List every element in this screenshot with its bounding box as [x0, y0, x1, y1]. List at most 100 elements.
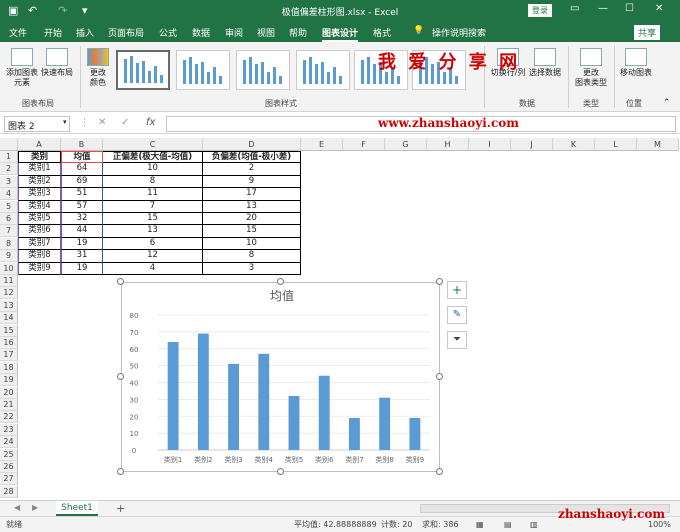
row-header-18[interactable]: 18	[0, 361, 18, 374]
bar-3[interactable]	[228, 363, 239, 450]
row-header-26[interactable]: 26	[0, 461, 18, 473]
chart-filters-button[interactable]: ⏷	[447, 331, 467, 349]
tab-page-layout[interactable]: 页面布局	[108, 26, 144, 39]
cell-c8[interactable]: 6	[103, 237, 203, 251]
sheet-tab-sheet1[interactable]: Sheet1	[56, 501, 98, 516]
tab-insert[interactable]: 插入	[76, 26, 94, 39]
column-header-h[interactable]: H	[427, 138, 469, 151]
tab-format[interactable]: 格式	[373, 26, 391, 39]
row-header-9[interactable]: 9	[0, 250, 18, 263]
cell-d2[interactable]: 2	[203, 163, 301, 176]
cell-b10[interactable]: 19	[61, 262, 103, 275]
row-header-2[interactable]: 2	[0, 163, 18, 176]
row-header-16[interactable]: 16	[0, 337, 18, 349]
chart-style-3[interactable]	[236, 50, 290, 90]
column-header-j[interactable]: J	[511, 138, 553, 151]
row-header-8[interactable]: 8	[0, 237, 18, 250]
row-header-15[interactable]: 15	[0, 324, 18, 337]
row-header-20[interactable]: 20	[0, 386, 18, 399]
name-box[interactable]: 图表 2	[4, 116, 70, 132]
login-button[interactable]: 登录	[528, 4, 552, 17]
cell-b5[interactable]: 57	[61, 200, 103, 213]
resize-handle[interactable]	[117, 278, 124, 285]
chart-style-2[interactable]	[176, 50, 230, 90]
column-header-d[interactable]: D	[203, 138, 301, 151]
tab-help[interactable]: 帮助	[289, 26, 307, 39]
change-colors-button[interactable]: 更改 颜色	[85, 48, 111, 88]
cell-a6[interactable]: 类别5	[18, 213, 61, 226]
cell-b7[interactable]: 44	[61, 225, 103, 238]
quick-layout-button[interactable]: 快速布局	[41, 48, 73, 78]
collapse-ribbon-icon[interactable]: ⌃	[663, 98, 671, 108]
row-header-14[interactable]: 14	[0, 312, 18, 325]
row-header-28[interactable]: 28	[0, 485, 18, 498]
cell-c1[interactable]: 正偏差(极大值-均值)	[103, 151, 203, 164]
cell-b9[interactable]: 31	[61, 250, 103, 263]
chart-style-4[interactable]	[296, 50, 350, 90]
row-header-23[interactable]: 23	[0, 423, 18, 436]
cell-d9[interactable]: 8	[203, 250, 301, 263]
add-sheet-button[interactable]: +	[116, 502, 125, 515]
row-header-6[interactable]: 6	[0, 213, 18, 225]
cell-d4[interactable]: 17	[203, 188, 301, 201]
column-header-l[interactable]: L	[595, 138, 637, 151]
cell-c5[interactable]: 7	[103, 200, 203, 213]
tab-home[interactable]: 开始	[44, 26, 62, 39]
cell-c3[interactable]: 8	[103, 175, 203, 189]
column-header-f[interactable]: F	[343, 138, 385, 151]
tab-view[interactable]: 视图	[257, 26, 275, 39]
insert-function-button[interactable]: fx	[146, 117, 155, 128]
bar-2[interactable]	[197, 333, 209, 450]
cell-a1[interactable]: 类别	[18, 151, 61, 164]
close-icon[interactable]: ✕	[655, 3, 663, 14]
resize-handle[interactable]	[436, 468, 443, 475]
prev-sheet-icon[interactable]: ◀	[14, 503, 20, 512]
page-layout-view-icon[interactable]: ▤	[504, 517, 512, 532]
row-header-7[interactable]: 7	[0, 225, 18, 238]
resize-handle[interactable]	[436, 278, 443, 285]
row-header-22[interactable]: 22	[0, 411, 18, 424]
column-header-b[interactable]: B	[61, 138, 103, 151]
cell-a8[interactable]: 类别7	[18, 237, 61, 251]
bar-4[interactable]	[258, 353, 270, 450]
resize-handle[interactable]	[277, 468, 284, 475]
change-chart-type-button[interactable]: 更改 图表类型	[573, 48, 609, 88]
bar-5[interactable]	[288, 396, 300, 450]
page-break-view-icon[interactable]: ▥	[530, 517, 538, 532]
row-header-10[interactable]: 10	[0, 262, 18, 275]
tab-file[interactable]: 文件	[9, 26, 27, 39]
row-header-13[interactable]: 13	[0, 299, 18, 312]
cell-d6[interactable]: 20	[203, 213, 301, 226]
ribbon-display-icon[interactable]: ▭	[570, 3, 579, 14]
cell-b8[interactable]: 19	[61, 237, 103, 251]
tab-chart-design[interactable]: 图表设计	[322, 26, 359, 42]
chart-area[interactable]: 均值 0 10 20 30 40 50 60 70 80 类别1 类别2 类别3 类别4 类别5 类别6 类…	[121, 282, 440, 472]
cancel-icon[interactable]: ✕	[98, 117, 106, 128]
cell-b2[interactable]: 64	[61, 163, 103, 176]
tab-review[interactable]: 审阅	[225, 26, 243, 39]
cell-c4[interactable]: 11	[103, 188, 203, 201]
cell-c10[interactable]: 4	[103, 262, 203, 275]
cell-d1[interactable]: 负偏差(均值-极小差)	[203, 151, 301, 164]
cell-c6[interactable]: 15	[103, 213, 203, 226]
name-box-dropdown-icon[interactable]: ▾	[63, 118, 67, 126]
column-header-e[interactable]: E	[301, 138, 343, 151]
cell-a10[interactable]: 类别9	[18, 262, 61, 275]
row-header-27[interactable]: 27	[0, 473, 18, 486]
cell-d3[interactable]: 9	[203, 175, 301, 189]
cell-b3[interactable]: 69	[61, 175, 103, 189]
column-header-g[interactable]: G	[385, 138, 427, 151]
cell-a4[interactable]: 类别3	[18, 188, 61, 201]
column-header-m[interactable]: M	[637, 138, 679, 151]
row-header-21[interactable]: 21	[0, 399, 18, 411]
chart-elements-button[interactable]: +	[447, 281, 467, 299]
next-sheet-icon[interactable]: ▶	[32, 503, 38, 512]
cell-b6[interactable]: 32	[61, 213, 103, 226]
cell-d7[interactable]: 15	[203, 225, 301, 238]
resize-handle[interactable]	[117, 373, 124, 380]
column-header-c[interactable]: C	[103, 138, 203, 151]
maximize-icon[interactable]: ☐	[625, 3, 634, 14]
resize-handle[interactable]	[277, 278, 284, 285]
cell-a5[interactable]: 类别4	[18, 200, 61, 213]
cell-a7[interactable]: 类别6	[18, 225, 61, 238]
